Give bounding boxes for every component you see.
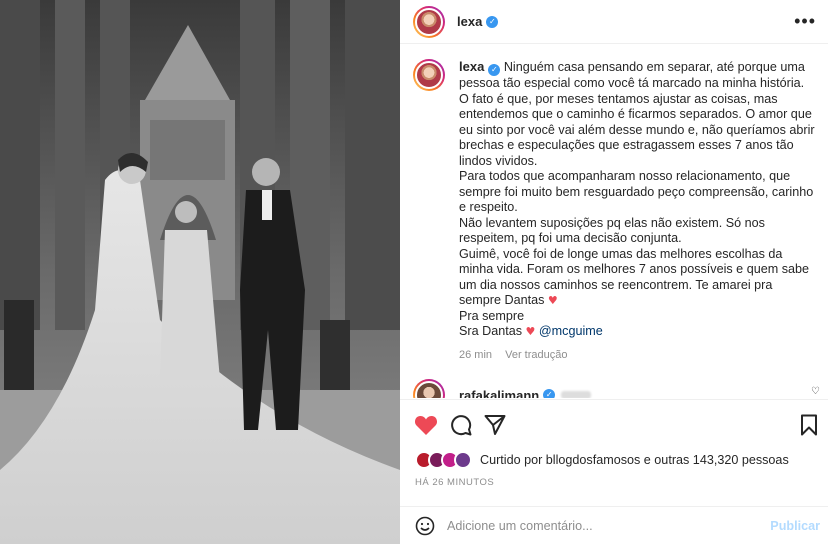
- red-heart-icon: ♥: [547, 294, 558, 307]
- avatar: [454, 451, 472, 469]
- avatar[interactable]: [413, 5, 445, 38]
- likes-summary: Curtido por bllogdosfamosos e outras 143…: [415, 451, 789, 469]
- wedding-photo: [0, 0, 400, 544]
- instagram-post-view: lexa ✓ ••• lexa ✓ Ninguém casa pensando e…: [0, 0, 828, 544]
- verified-badge-icon: ✓: [543, 389, 556, 398]
- publish-button[interactable]: Publicar: [770, 519, 820, 533]
- comment-like-icon[interactable]: ♡: [811, 386, 820, 397]
- caption-meta: 26 min Ver tradução: [459, 348, 817, 364]
- post-side-panel: lexa ✓ ••• lexa ✓ Ninguém casa pensando e…: [400, 0, 828, 544]
- caption-username[interactable]: lexa: [459, 59, 484, 74]
- emoji-icon[interactable]: [415, 516, 435, 536]
- comment-row: rafakalimann ✓: [413, 379, 592, 399]
- save-bookmark-icon[interactable]: [800, 414, 818, 436]
- caption-paragraph-6: Pra sempre: [459, 308, 525, 323]
- action-bar: [400, 399, 828, 451]
- caption-paragraph-5: Guimê, você foi de longe umas das melhor…: [459, 246, 813, 308]
- add-comment-bar: Publicar: [400, 506, 828, 544]
- comment-icon[interactable]: [450, 414, 472, 436]
- comment-username[interactable]: rafakalimann: [459, 388, 539, 399]
- caption-paragraph-1: lexa ✓ Ninguém casa pensando em separar, …: [459, 59, 809, 90]
- post-header: lexa ✓ •••: [400, 0, 828, 44]
- post-timestamp: HÁ 26 MINUTOS: [415, 477, 495, 488]
- comment-input[interactable]: [447, 518, 747, 533]
- comments-area: lexa ✓ Ninguém casa pensando em separar, …: [400, 45, 828, 398]
- liker-avatars[interactable]: [415, 451, 472, 469]
- comment-avatar[interactable]: [413, 379, 445, 398]
- mention-link[interactable]: @mcguime: [539, 324, 603, 338]
- caption-paragraph-7: Sra Dantas ♥ @mcguime: [459, 324, 603, 338]
- caption-avatar[interactable]: [413, 59, 445, 91]
- verified-badge-icon: ✓: [486, 15, 499, 28]
- comment-text-blurred: [561, 391, 592, 398]
- like-heart-icon[interactable]: [414, 414, 438, 436]
- caption-time[interactable]: 26 min: [459, 349, 492, 361]
- translate-link[interactable]: Ver tradução: [505, 349, 567, 361]
- more-options-icon[interactable]: •••: [794, 12, 816, 30]
- red-heart-icon: ♥: [525, 325, 536, 338]
- caption-paragraph-4: Não levantem suposições pq elas não exis…: [459, 215, 769, 246]
- caption-paragraph-2: O fato é que, por meses tentamos ajustar…: [459, 91, 819, 168]
- caption: lexa ✓ Ninguém casa pensando em separar, …: [413, 59, 818, 363]
- caption-paragraph-3: Para todos que acompanharam nosso relaci…: [459, 169, 817, 214]
- header-username[interactable]: lexa: [457, 14, 482, 29]
- caption-text: lexa ✓ Ninguém casa pensando em separar, …: [459, 59, 817, 363]
- share-icon[interactable]: [484, 414, 506, 436]
- verified-badge-icon: ✓: [488, 64, 501, 76]
- likes-text[interactable]: Curtido por bllogdosfamosos e outras 143…: [480, 453, 789, 467]
- post-photo[interactable]: [0, 0, 400, 544]
